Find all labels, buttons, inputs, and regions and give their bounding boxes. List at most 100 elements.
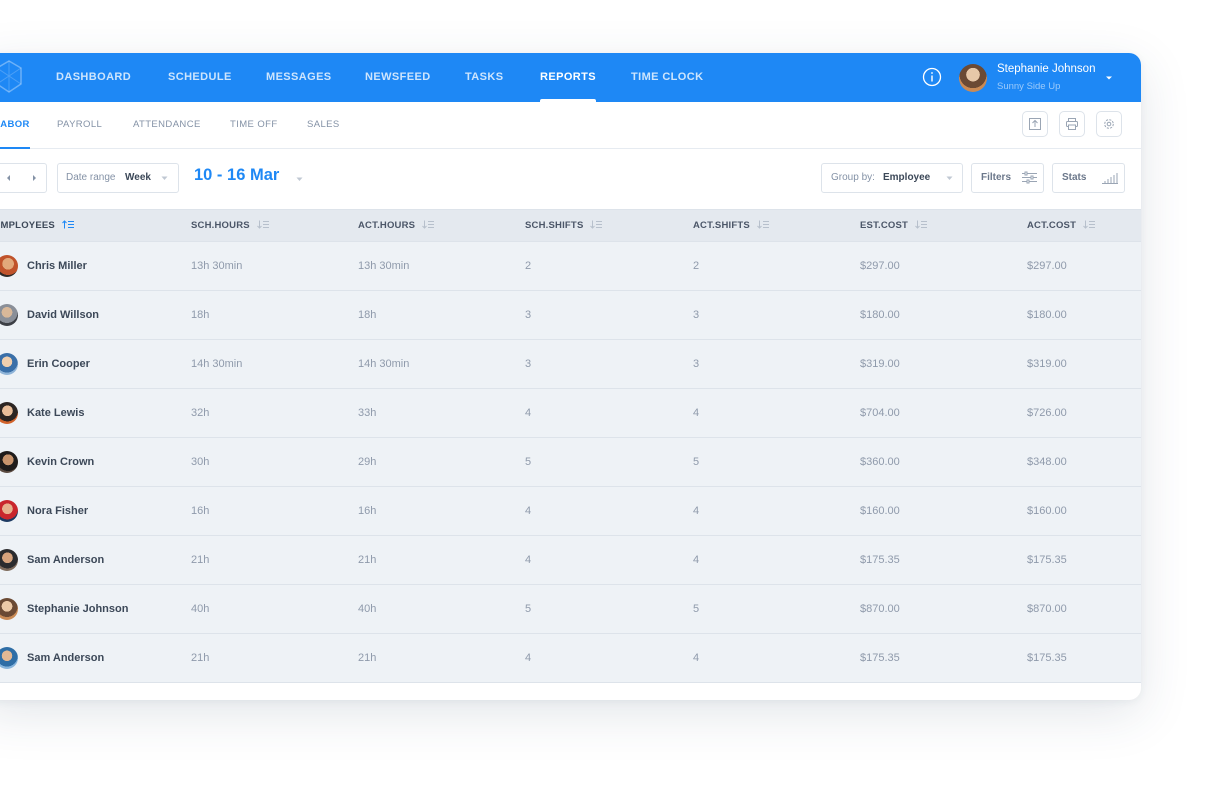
act-cost-cell: $175.35 (1027, 554, 1067, 566)
column-act-hours[interactable]: ACT.HOURS (358, 210, 435, 241)
act-shifts-cell: 4 (693, 505, 700, 517)
tab-time-off[interactable]: TIME OFF (230, 102, 278, 148)
sch-shifts-cell: 3 (525, 358, 532, 370)
est-cost-cell: $360.00 (860, 456, 900, 468)
column-est-cost[interactable]: EST.COST (860, 210, 928, 241)
nav-time-clock[interactable]: TIME CLOCK (631, 53, 703, 102)
tab-payroll[interactable]: PAYROLL (57, 102, 102, 148)
employee-name[interactable]: David Willson (27, 291, 99, 339)
employee-name[interactable]: Stephanie Johnson (27, 585, 128, 633)
act-hours-cell: 14h 30min (358, 358, 410, 370)
date-range-select[interactable]: Date range Week (57, 163, 179, 193)
nav-messages[interactable]: MESSAGES (266, 53, 332, 102)
table-row[interactable]: Kevin Crown 30h 29h 5 5 $360.00 $348.00 (0, 438, 1141, 487)
chevron-right-icon (33, 175, 36, 181)
employee-name[interactable]: Sam Anderson (27, 634, 104, 682)
act-hours-cell: 21h (358, 652, 377, 664)
print-button[interactable] (1059, 111, 1085, 137)
act-shifts-cell: 5 (693, 456, 700, 468)
user-avatar[interactable] (959, 64, 987, 92)
date-period-title[interactable]: 10 - 16 Mar (194, 166, 279, 185)
previous-period-button[interactable] (0, 164, 20, 192)
column-employees[interactable]: EMPLOYEES (0, 210, 75, 241)
sch-hours-cell: 14h 30min (191, 358, 243, 370)
table-row[interactable]: Kate Lewis 32h 33h 4 4 $704.00 $726.00 (0, 389, 1141, 438)
sliders-icon (1022, 171, 1037, 184)
act-shifts-cell: 3 (693, 309, 700, 321)
info-icon[interactable] (922, 67, 942, 87)
table-row[interactable]: Stephanie Johnson 40h 40h 5 5 $870.00 $8… (0, 585, 1141, 634)
avatar (0, 549, 18, 571)
group-by-select[interactable]: Group by: Employee (821, 163, 963, 193)
nav-reports[interactable]: REPORTS (540, 53, 596, 102)
stats-label: Stats (1062, 172, 1087, 183)
settings-button[interactable] (1096, 111, 1122, 137)
est-cost-cell: $870.00 (860, 603, 900, 615)
nav-dashboard[interactable]: DASHBOARD (56, 53, 131, 102)
column-sch-hours[interactable]: SCH.HOURS (191, 210, 270, 241)
app-window: DASHBOARD SCHEDULE MESSAGES NEWSFEED TAS… (0, 53, 1141, 700)
stats-button[interactable]: Stats (1052, 163, 1125, 193)
avatar (0, 304, 18, 326)
sch-shifts-cell: 4 (525, 652, 532, 664)
chevron-left-icon (7, 175, 10, 181)
period-stepper (0, 163, 47, 193)
filters-button[interactable]: Filters (971, 163, 1044, 193)
employee-name[interactable]: Kate Lewis (27, 389, 84, 437)
column-act-cost[interactable]: ACT.COST (1027, 210, 1096, 241)
sch-hours-cell: 18h (191, 309, 210, 321)
act-hours-cell: 16h (358, 505, 377, 517)
act-cost-cell: $180.00 (1027, 309, 1067, 321)
table-row[interactable]: Sam Anderson 21h 21h 4 4 $175.35 $175.35 (0, 634, 1141, 683)
act-shifts-cell: 3 (693, 358, 700, 370)
sort-icon (756, 220, 769, 229)
nav-schedule[interactable]: SCHEDULE (168, 53, 232, 102)
column-label: ACT.SHIFTS (693, 220, 750, 231)
tab-sales[interactable]: SALES (307, 102, 340, 148)
sch-shifts-cell: 5 (525, 603, 532, 615)
table-row[interactable]: David Willson 18h 18h 3 3 $180.00 $180.0… (0, 291, 1141, 340)
act-hours-cell: 33h (358, 407, 377, 419)
column-sch-shifts[interactable]: SCH.SHIFTS (525, 210, 603, 241)
avatar (0, 402, 18, 424)
table-row[interactable]: Chris Miller 13h 30min 13h 30min 2 2 $29… (0, 242, 1141, 291)
nav-newsfeed[interactable]: NEWSFEED (365, 53, 431, 102)
employee-name[interactable]: Erin Cooper (27, 340, 90, 388)
act-hours-cell: 18h (358, 309, 377, 321)
chevron-down-icon (946, 176, 953, 180)
table-row[interactable]: Sam Anderson 21h 21h 4 4 $175.35 $175.35 (0, 536, 1141, 585)
export-button[interactable] (1022, 111, 1048, 137)
logo-icon[interactable] (0, 59, 24, 95)
sch-hours-cell: 30h (191, 456, 210, 468)
act-shifts-cell: 2 (693, 260, 700, 272)
act-shifts-cell: 5 (693, 603, 700, 615)
est-cost-cell: $319.00 (860, 358, 900, 370)
next-period-button[interactable] (23, 164, 45, 192)
act-shifts-cell: 4 (693, 554, 700, 566)
act-hours-cell: 21h (358, 554, 377, 566)
table-row[interactable]: Nora Fisher 16h 16h 4 4 $160.00 $160.00 (0, 487, 1141, 536)
table-row[interactable]: Erin Cooper 14h 30min 14h 30min 3 3 $319… (0, 340, 1141, 389)
act-cost-cell: $726.00 (1027, 407, 1067, 419)
act-cost-cell: $175.35 (1027, 652, 1067, 664)
sch-shifts-cell: 4 (525, 505, 532, 517)
employee-name[interactable]: Sam Anderson (27, 536, 104, 584)
sch-shifts-cell: 4 (525, 407, 532, 419)
chevron-down-icon[interactable] (296, 177, 303, 182)
table-header: EMPLOYEES SCH.HOURS ACT.HOURS SCH.SHIFTS (0, 209, 1141, 242)
tab-labor[interactable]: LABOR (0, 102, 30, 149)
act-cost-cell: $870.00 (1027, 603, 1067, 615)
reports-subnav: LABOR PAYROLL ATTENDANCE TIME OFF SALES (0, 102, 1141, 149)
chevron-down-icon[interactable] (1104, 73, 1114, 83)
tab-attendance[interactable]: ATTENDANCE (133, 102, 201, 148)
employee-name[interactable]: Nora Fisher (27, 487, 88, 535)
sort-icon (915, 220, 927, 229)
column-act-shifts[interactable]: ACT.SHIFTS (693, 210, 770, 241)
employee-name[interactable]: Chris Miller (27, 242, 87, 290)
nav-tasks[interactable]: TASKS (465, 53, 503, 102)
act-cost-cell: $160.00 (1027, 505, 1067, 517)
sch-shifts-cell: 5 (525, 456, 532, 468)
est-cost-cell: $180.00 (860, 309, 900, 321)
employee-name[interactable]: Kevin Crown (27, 438, 94, 486)
user-name[interactable]: Stephanie Johnson (997, 63, 1095, 75)
